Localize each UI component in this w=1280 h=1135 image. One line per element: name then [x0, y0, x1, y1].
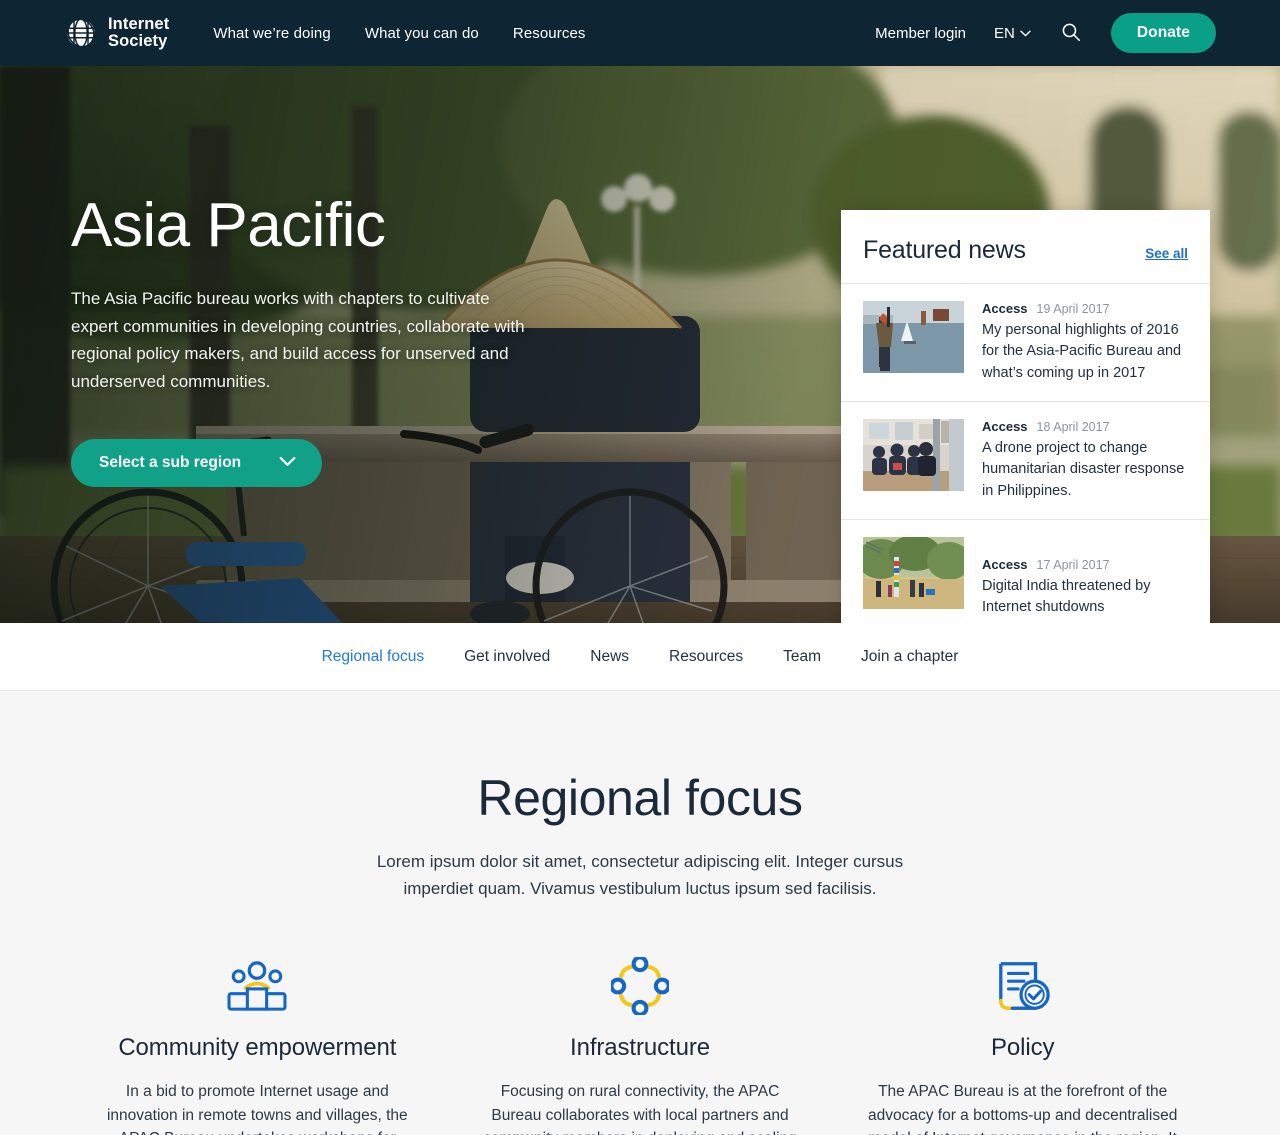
focus-card-community-empowerment: Community empowerment In a bid to promot… — [66, 955, 449, 1135]
tab-news[interactable]: News — [590, 648, 629, 666]
member-login-link[interactable]: Member login — [875, 25, 966, 42]
page-title: Asia Pacific — [71, 191, 386, 260]
news-item[interactable]: Access 18 April 2017 A drone project to … — [841, 400, 1210, 519]
focus-card-text: In a bid to promote Internet usage and i… — [106, 1083, 408, 1135]
section-subtitle: Lorem ipsum dolor sit amet, consectetur … — [376, 852, 904, 898]
tab-regional-focus[interactable]: Regional focus — [322, 648, 425, 666]
nav-item-what-were-doing[interactable]: What we’re doing — [213, 25, 331, 42]
news-item-date: 18 April 2017 — [1036, 419, 1110, 434]
news-item-body: Access 18 April 2017 A drone project to … — [982, 419, 1188, 502]
news-item-headline: Digital India threatened by Internet shu… — [982, 577, 1151, 616]
focus-card-text: Focusing on rural connectivity, the APAC… — [483, 1083, 797, 1135]
focus-card-policy: Policy The APAC Bureau is at the forefro… — [831, 955, 1214, 1135]
people-group-icon — [80, 955, 435, 1017]
search-icon — [1060, 21, 1082, 46]
focus-card-title: Policy — [990, 1034, 1055, 1062]
see-all-link[interactable]: See all — [1145, 246, 1188, 261]
select-sub-region-label: Select a sub region — [99, 454, 242, 472]
section-title: Regional focus — [477, 770, 803, 826]
photo-harbor-thumbnail — [863, 301, 964, 373]
focus-card-text: The APAC Bureau is at the forefront of t… — [868, 1083, 1178, 1135]
tab-team[interactable]: Team — [783, 648, 821, 666]
news-item-body: Access 17 April 2017 Digital India threa… — [982, 537, 1188, 619]
chevron-down-icon — [279, 454, 296, 472]
focus-card-title: Infrastructure — [570, 1034, 710, 1062]
nav-item-what-you-can-do[interactable]: What you can do — [365, 25, 479, 42]
featured-news-panel: Featured news See all Access 19 April 20… — [841, 210, 1210, 623]
hero-content: Asia Pacific The Asia Pacific bureau wor… — [0, 66, 620, 488]
search-button[interactable] — [1059, 21, 1083, 45]
language-selector[interactable]: EN — [994, 25, 1031, 42]
news-item-category: Access — [982, 556, 1028, 572]
focus-cards: Community empowerment In a bid to promot… — [0, 955, 1280, 1135]
featured-news-list: Access 19 April 2017 My personal highlig… — [841, 283, 1210, 623]
featured-news-header: Featured news See all — [841, 236, 1210, 265]
news-item-date: 17 April 2017 — [1036, 557, 1110, 572]
hero-section: THANH — [0, 66, 1280, 623]
regional-focus-section: Regional focus Lorem ipsum dolor sit ame… — [0, 691, 1280, 1135]
chevron-down-icon — [1020, 30, 1031, 37]
header-utilities: Member login EN Donate — [875, 13, 1216, 53]
news-item-meta: Access 18 April 2017 — [982, 419, 1188, 434]
select-sub-region-button[interactable]: Select a sub region — [71, 439, 323, 488]
news-item-category: Access — [982, 301, 1028, 316]
tab-resources[interactable]: Resources — [669, 648, 743, 666]
news-item-headline: A drone project to change humanitarian d… — [982, 439, 1185, 499]
donate-button[interactable]: Donate — [1110, 13, 1216, 53]
network-nodes-icon — [463, 955, 818, 1017]
brand-name: Internet Society — [108, 14, 170, 50]
focus-card-title: Community empowerment — [118, 1034, 397, 1062]
news-item-date: 19 April 2017 — [1036, 302, 1110, 316]
hero-description: The Asia Pacific bureau works with chapt… — [71, 289, 525, 391]
photo-train-thumbnail — [863, 418, 964, 491]
news-item-meta: Access 17 April 2017 — [982, 557, 1188, 572]
news-item-category: Access — [982, 418, 1028, 434]
section-tab-bar: Regional focus Get involved News Resourc… — [0, 623, 1280, 691]
nav-item-resources[interactable]: Resources — [513, 25, 586, 42]
site-header: Internet Society What we’re doing What y… — [0, 0, 1280, 66]
primary-navigation: What we’re doing What you can do Resourc… — [213, 25, 585, 42]
news-item-headline: My personal highlights of 2016 for the A… — [982, 322, 1182, 381]
policy-document-check-icon — [845, 955, 1200, 1017]
globe-logo-icon — [64, 16, 98, 50]
tab-get-involved[interactable]: Get involved — [464, 648, 550, 666]
photo-field-thumbnail — [863, 536, 964, 609]
tab-join-a-chapter[interactable]: Join a chapter — [861, 648, 958, 666]
language-label: EN — [994, 24, 1015, 42]
news-item[interactable]: Access 17 April 2017 Digital India threa… — [841, 518, 1210, 623]
news-item-body: Access 19 April 2017 My personal highlig… — [982, 301, 1188, 384]
focus-card-infrastructure: Infrastructure Focusing on rural connect… — [449, 955, 832, 1135]
brand-logo-link[interactable]: Internet Society — [64, 14, 170, 51]
featured-news-title: Featured news — [863, 236, 1026, 264]
news-item[interactable]: Access 19 April 2017 My personal highlig… — [841, 283, 1210, 401]
news-item-meta: Access 19 April 2017 — [982, 301, 1188, 316]
